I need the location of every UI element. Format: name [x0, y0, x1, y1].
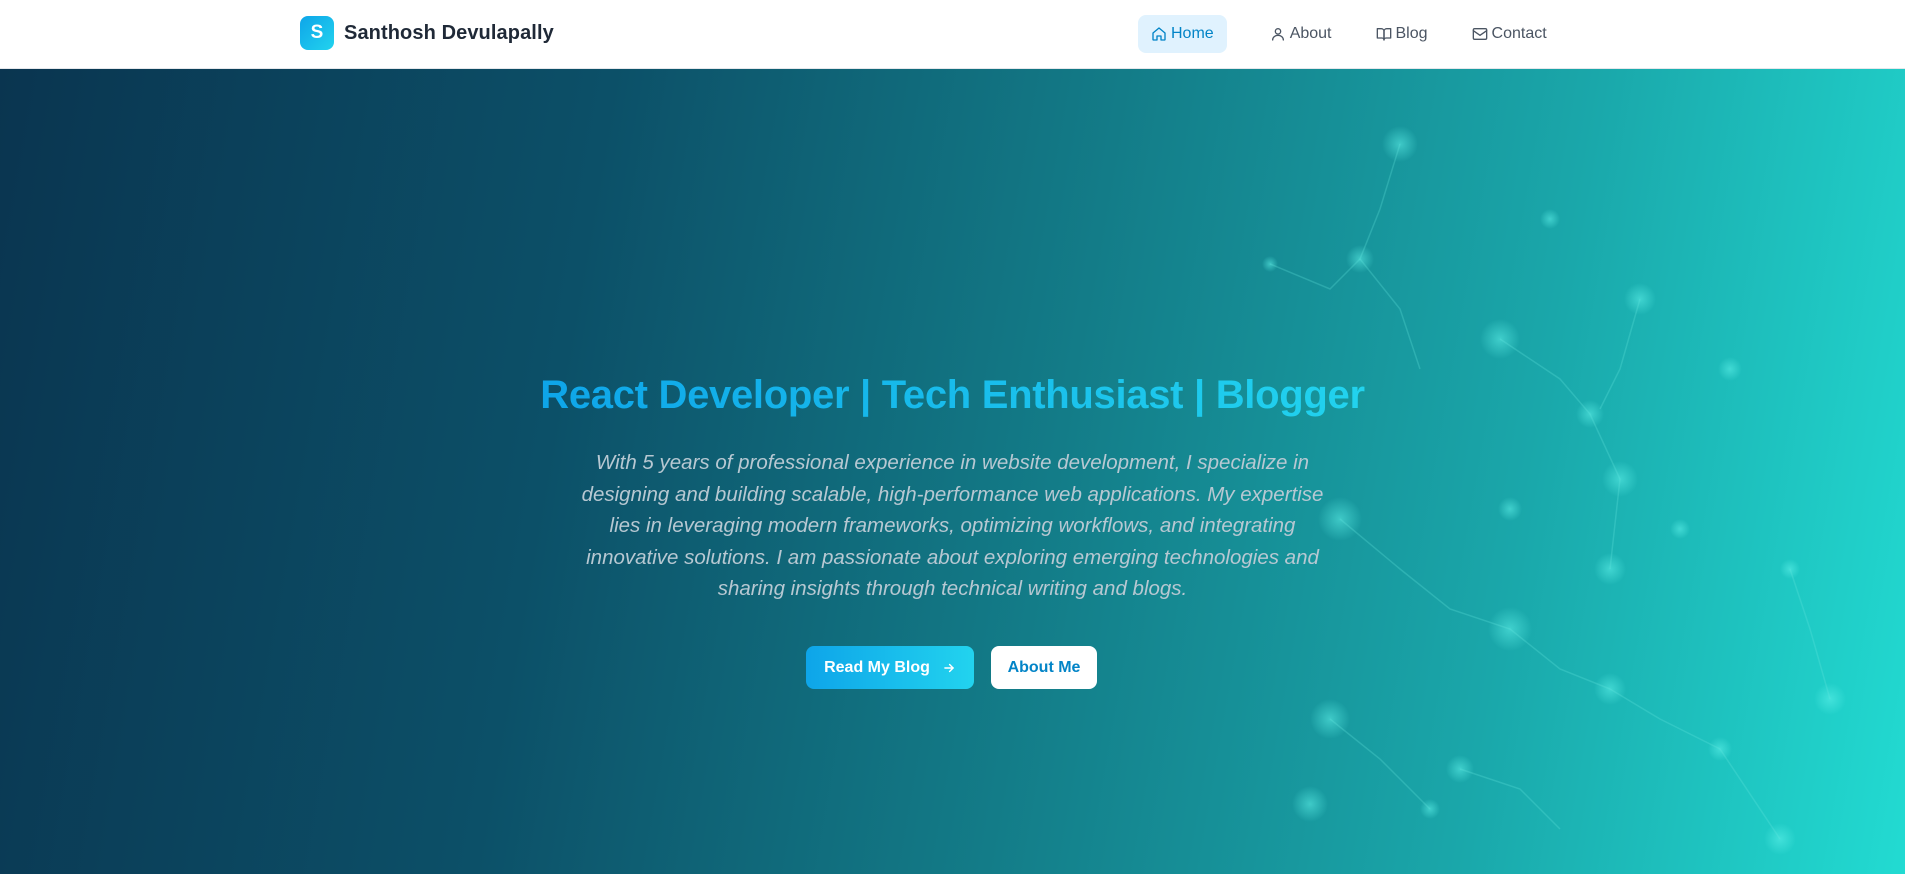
nav-item-label: Home: [1171, 25, 1214, 42]
site-header: S Santhosh Devulapally Home About Blog C…: [0, 0, 1905, 69]
main-nav: Home About Blog Contact: [1138, 14, 1578, 54]
hero-actions: Read My Blog About Me: [806, 646, 1097, 689]
mail-icon: [1472, 26, 1488, 42]
hero-section: React Developer | Tech Enthusiast | Blog…: [0, 69, 1905, 874]
about-me-button[interactable]: About Me: [991, 646, 1097, 689]
user-icon: [1270, 26, 1286, 42]
nav-item-label: About: [1289, 25, 1332, 42]
brand-name: Santhosh Devulapally: [344, 21, 554, 44]
hero-intro: With 5 years of professional experience …: [581, 451, 1324, 600]
read-my-blog-button[interactable]: Read My Blog: [806, 646, 974, 689]
arrow-right-icon: [942, 661, 956, 675]
home-icon: [1151, 26, 1167, 42]
logo-icon: S: [300, 16, 334, 50]
nav-item-label: Contact: [1491, 25, 1547, 42]
nav-item-label: Blog: [1395, 25, 1428, 42]
nav-item-home[interactable]: Home: [1138, 15, 1227, 53]
nav-item-about[interactable]: About: [1257, 15, 1345, 53]
brand[interactable]: S Santhosh Devulapally: [300, 16, 554, 50]
book-icon: [1376, 26, 1392, 42]
nav-item-blog[interactable]: Blog: [1363, 15, 1441, 53]
hero-headline: React Developer | Tech Enthusiast | Blog…: [540, 373, 1365, 417]
read-my-blog-label: Read My Blog: [824, 658, 930, 676]
nav-item-contact[interactable]: Contact: [1459, 15, 1560, 53]
